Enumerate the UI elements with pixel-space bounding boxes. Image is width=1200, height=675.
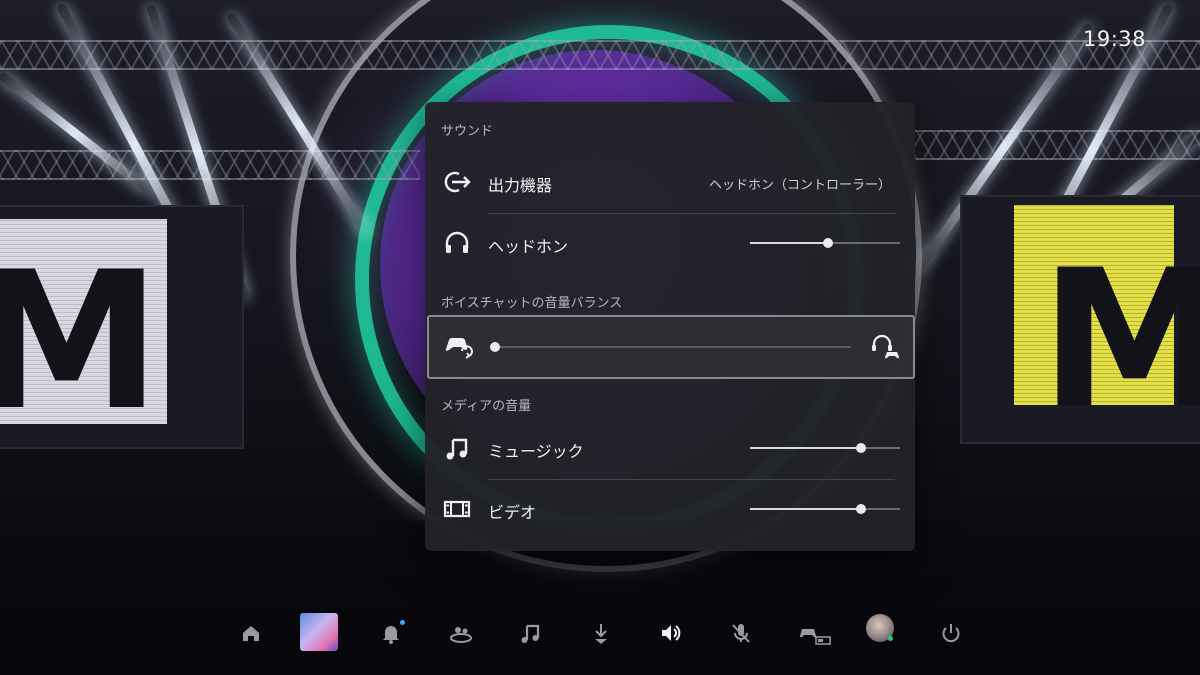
media-volume-label: メディアの音量	[441, 399, 532, 414]
background-cube-right: M	[960, 195, 1200, 444]
notification-badge	[400, 620, 405, 625]
clock: 19:38	[1082, 27, 1146, 51]
sound-panel: サウンド 出力機器 ヘッドホン（コントローラー） ヘッドホン ボイスチャットの音…	[425, 102, 915, 551]
headphone-label: ヘッドホン	[488, 237, 569, 256]
slider-knob[interactable]	[856, 504, 866, 514]
background-letter-m: M	[1040, 229, 1200, 450]
online-status-dot	[888, 636, 893, 641]
slider-knob[interactable]	[823, 238, 833, 248]
screen: M M 19:38 サウンド 出力機器 ヘッドホン（コントローラー） ヘッドホン…	[0, 0, 1200, 675]
speaker-volume-icon[interactable]	[654, 616, 688, 650]
output-device-label: 出力機器	[488, 176, 553, 195]
voice-chat-balance-slider[interactable]	[490, 342, 851, 352]
slider-fill	[750, 447, 861, 449]
download-icon[interactable]	[584, 616, 618, 650]
controller-battery-icon[interactable]	[794, 616, 836, 650]
game-base-icon[interactable]	[444, 616, 478, 650]
notifications-bell-icon[interactable]	[374, 616, 408, 650]
music-volume-slider[interactable]	[750, 443, 900, 453]
balance-knob[interactable]	[490, 342, 500, 352]
power-icon[interactable]	[934, 616, 968, 650]
output-device-value: ヘッドホン（コントローラー）	[708, 178, 891, 193]
background-truss-right	[915, 130, 1200, 160]
background-cube-left: M	[0, 205, 244, 449]
controller-chat-icon	[443, 333, 473, 361]
video-volume-row[interactable]: ビデオ	[425, 479, 915, 539]
slider-fill	[750, 242, 828, 244]
background-letter-m: M	[0, 231, 162, 452]
music-note-icon	[443, 434, 471, 462]
output-device-row[interactable]: 出力機器 ヘッドホン（コントローラー）	[425, 152, 915, 212]
slider-fill	[750, 508, 861, 510]
headphones-icon	[443, 229, 471, 257]
music-icon[interactable]	[514, 616, 548, 650]
home-icon[interactable]	[234, 616, 268, 650]
user-avatar[interactable]	[866, 614, 894, 642]
voice-chat-balance-label: ボイスチャットの音量バランス	[441, 296, 623, 311]
video-volume-slider[interactable]	[750, 504, 900, 514]
game-thumbnail[interactable]	[300, 613, 338, 651]
voice-chat-balance-row[interactable]	[427, 315, 915, 379]
background-truss-top	[0, 40, 1200, 70]
headset-game-icon	[869, 333, 901, 361]
slider-knob[interactable]	[856, 443, 866, 453]
headphone-volume-row[interactable]: ヘッドホン	[425, 213, 915, 273]
panel-title: サウンド	[441, 124, 494, 139]
output-arrow-icon	[443, 168, 471, 196]
film-icon	[443, 495, 471, 523]
control-center-dock	[230, 610, 970, 654]
mic-muted-icon[interactable]	[724, 616, 758, 650]
music-volume-row[interactable]: ミュージック	[425, 418, 915, 478]
music-label: ミュージック	[488, 442, 584, 461]
video-label: ビデオ	[488, 503, 537, 522]
headphone-volume-slider[interactable]	[750, 238, 900, 248]
